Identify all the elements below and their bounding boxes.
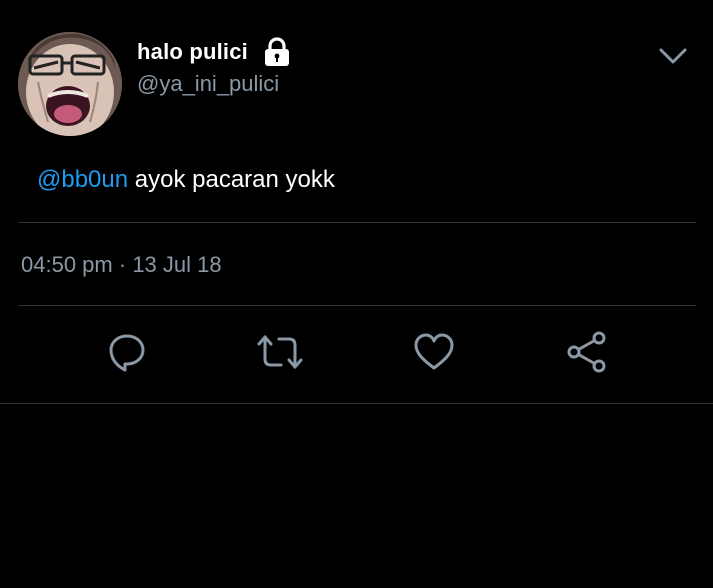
divider	[18, 305, 696, 306]
mention-link[interactable]: @bb0un	[37, 166, 128, 193]
retweet-icon	[256, 332, 304, 377]
display-name-row: halo pulici	[137, 36, 292, 68]
user-handle[interactable]: @ya_ini_pulici	[137, 71, 279, 97]
tweet-time: 04:50 pm	[21, 252, 113, 277]
tweet-date: 13 Jul 18	[132, 252, 222, 277]
tweet-body: ayok pacaran yokk	[128, 166, 335, 193]
time-separator: ·	[118, 252, 127, 277]
chevron-down-icon[interactable]	[656, 44, 690, 68]
lock-icon	[262, 37, 292, 67]
reply-bubble-icon	[105, 332, 149, 377]
display-name[interactable]: halo pulici	[137, 39, 248, 65]
retweet-button[interactable]	[256, 332, 304, 377]
share-button[interactable]	[565, 331, 609, 374]
share-icon	[565, 330, 609, 379]
reply-button[interactable]	[105, 334, 149, 374]
avatar[interactable]	[18, 32, 122, 136]
tweet-text: @bb0un ayok pacaran yokk	[37, 166, 335, 194]
heart-icon	[412, 332, 456, 377]
like-button[interactable]	[412, 332, 456, 377]
timestamp: 04:50 pm · 13 Jul 18	[21, 252, 222, 278]
divider	[18, 222, 696, 223]
tweet-card[interactable]: halo pulici @ya_ini_pulici @bb0un ayok p…	[0, 0, 713, 404]
